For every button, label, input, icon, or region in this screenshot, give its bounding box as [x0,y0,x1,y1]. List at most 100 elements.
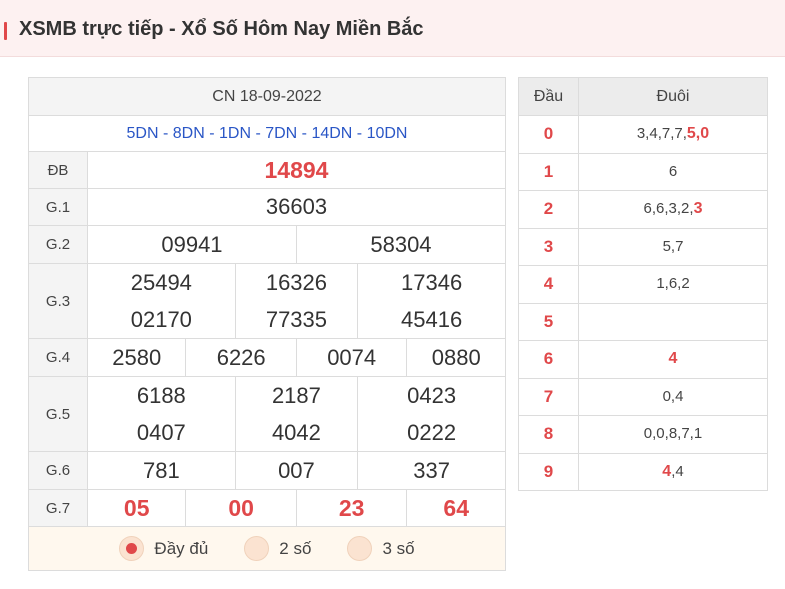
prize-g3-number: 16326 [265,270,328,295]
loto-tail-values: 0,4 [578,377,768,416]
draw-date: CN 18-09-2022 [28,77,506,116]
prize-g3-number: 17346 [401,270,463,295]
prize-g2-number: 09941 [87,225,297,264]
loto-head-digit: 5 [518,302,579,341]
loto-head-digit: 4 [518,265,579,304]
prize-g3-cell: 25494 02170 [87,263,236,339]
draw-codes: 5DN - 8DN - 1DN - 7DN - 14DN - 10DN [28,115,506,152]
loto-tail-text: 1,6,2 [656,275,690,293]
loto-head-tail-table: Đầu Đuôi 0 3,4,7,7,5,0 1 6 2 6,6,3,2,3 3… [518,77,768,491]
prize-label-g6: G.6 [28,451,88,490]
loto-tail-values: 6,6,3,2,3 [578,190,768,229]
prize-g5-cell: 0423 0222 [357,376,506,452]
loto-tail-highlight: 4 [668,350,678,368]
radio-checked-icon[interactable] [119,536,145,561]
loto-tail-highlight: 3 [693,200,703,218]
prize-g6-number: 337 [357,451,506,490]
column-header-head: Đầu [518,77,579,116]
prize-db-number: 14894 [87,151,506,189]
prize-g6-number: 781 [87,451,236,490]
loto-row: 2 6,6,3,2,3 [518,190,768,229]
prize-g1-number: 36603 [87,188,506,226]
loto-tail-values: 0,0,8,7,1 [578,415,768,454]
loto-tail-text: 6,6,3,2, [643,200,694,218]
prize-g5-number: 0407 [136,420,186,445]
loto-tail-values: 1,6,2 [578,265,768,304]
prize-g5-cell: 2187 4042 [234,376,359,452]
prize-g3-number: 77335 [265,307,328,332]
loto-tail-values [578,302,768,341]
loto-tail-text: 6 [668,162,678,180]
prize-label-g1: G.1 [28,188,88,226]
prize-g3-cell: 16326 77335 [234,263,359,339]
loto-tail-text: 3,4,7,7, [636,125,687,143]
filter-option-label: 3 số [382,538,415,558]
filter-option-2-digits[interactable]: 2 số [244,536,311,561]
prize-g5-cell: 6188 0407 [87,376,236,452]
prize-g4-number: 2580 [86,338,187,377]
loto-tail-values: 4 [578,340,768,379]
filter-option-3-digits[interactable]: 3 số [347,536,415,561]
prize-g3-number: 25494 [130,270,192,295]
loto-tail-highlight: 4 [662,462,672,480]
loto-tail-text: 0,4 [662,387,684,405]
filter-option-full[interactable]: Đầy đủ [119,536,208,561]
prize-g5-number: 6188 [136,383,186,408]
prize-label-g4: G.4 [28,338,88,377]
prize-label-g7: G.7 [28,489,88,527]
header-accent-bar [4,22,7,40]
loto-head-digit: 7 [518,377,579,416]
prize-g4-number: 6226 [185,338,297,377]
loto-tail-values: 4,4 [578,452,768,491]
loto-tail-values: 5,7 [578,227,768,266]
loto-head-digit: 6 [518,340,579,379]
prize-g2-number: 58304 [295,225,507,264]
page-header: XSMB trực tiếp - Xổ Số Hôm Nay Miền Bắc [0,0,785,57]
prize-g7-number: 05 [86,489,187,527]
loto-row: 3 5,7 [518,227,768,266]
prize-label-g5: G.5 [28,376,88,452]
radio-unchecked-icon[interactable] [347,536,373,561]
prize-label-g2: G.2 [28,225,88,264]
prize-label-g3: G.3 [28,263,88,339]
filter-option-label: 2 số [279,538,312,558]
loto-row: 8 0,0,8,7,1 [518,415,768,454]
results-table: CN 18-09-2022 5DN - 8DN - 1DN - 7DN - 14… [28,77,507,571]
loto-row: 1 6 [518,152,768,191]
loto-head-digit: 1 [518,152,579,191]
loto-tail-text: 0,0,8,7,1 [643,425,703,443]
loto-head-digit: 2 [518,190,579,229]
prize-g5-number: 4042 [271,420,321,445]
loto-row: 0 3,4,7,7,5,0 [518,115,768,154]
prize-g7-number: 00 [185,489,297,527]
prize-g5-number: 0222 [407,420,457,445]
loto-row: 6 4 [518,340,768,379]
prize-label-db: ĐB [28,151,88,189]
filter-option-label: Đầy đủ [154,538,209,558]
loto-head-digit: 9 [518,452,579,491]
prize-g6-number: 007 [234,451,359,490]
prize-g7-number: 64 [406,489,506,527]
loto-head-digit: 0 [518,115,579,154]
loto-tail-values: 3,4,7,7,5,0 [578,115,768,154]
column-header-tail: Đuôi [578,77,768,116]
loto-head-digit: 3 [518,227,579,266]
prize-g3-cell: 17346 45416 [357,263,506,339]
loto-tail-values: 6 [578,152,768,191]
prize-g5-number: 0423 [407,383,457,408]
prize-g7-number: 23 [295,489,408,527]
prize-g4-number: 0880 [406,338,506,377]
prize-g5-number: 2187 [271,383,321,408]
loto-tail-text: ,4 [671,462,684,480]
radio-unchecked-icon[interactable] [244,536,270,561]
loto-row: 5 [518,302,768,341]
loto-tail-text: 5,7 [662,237,684,255]
prize-g3-number: 45416 [401,307,463,332]
loto-row: 7 0,4 [518,377,768,416]
loto-tail-highlight: 5,0 [686,125,710,143]
loto-row: 4 1,6,2 [518,265,768,304]
prize-g3-number: 02170 [130,307,192,332]
loto-row: 9 4,4 [518,452,768,491]
prize-g4-number: 0074 [295,338,408,377]
display-filter: Đầy đủ 2 số 3 số [28,526,506,571]
